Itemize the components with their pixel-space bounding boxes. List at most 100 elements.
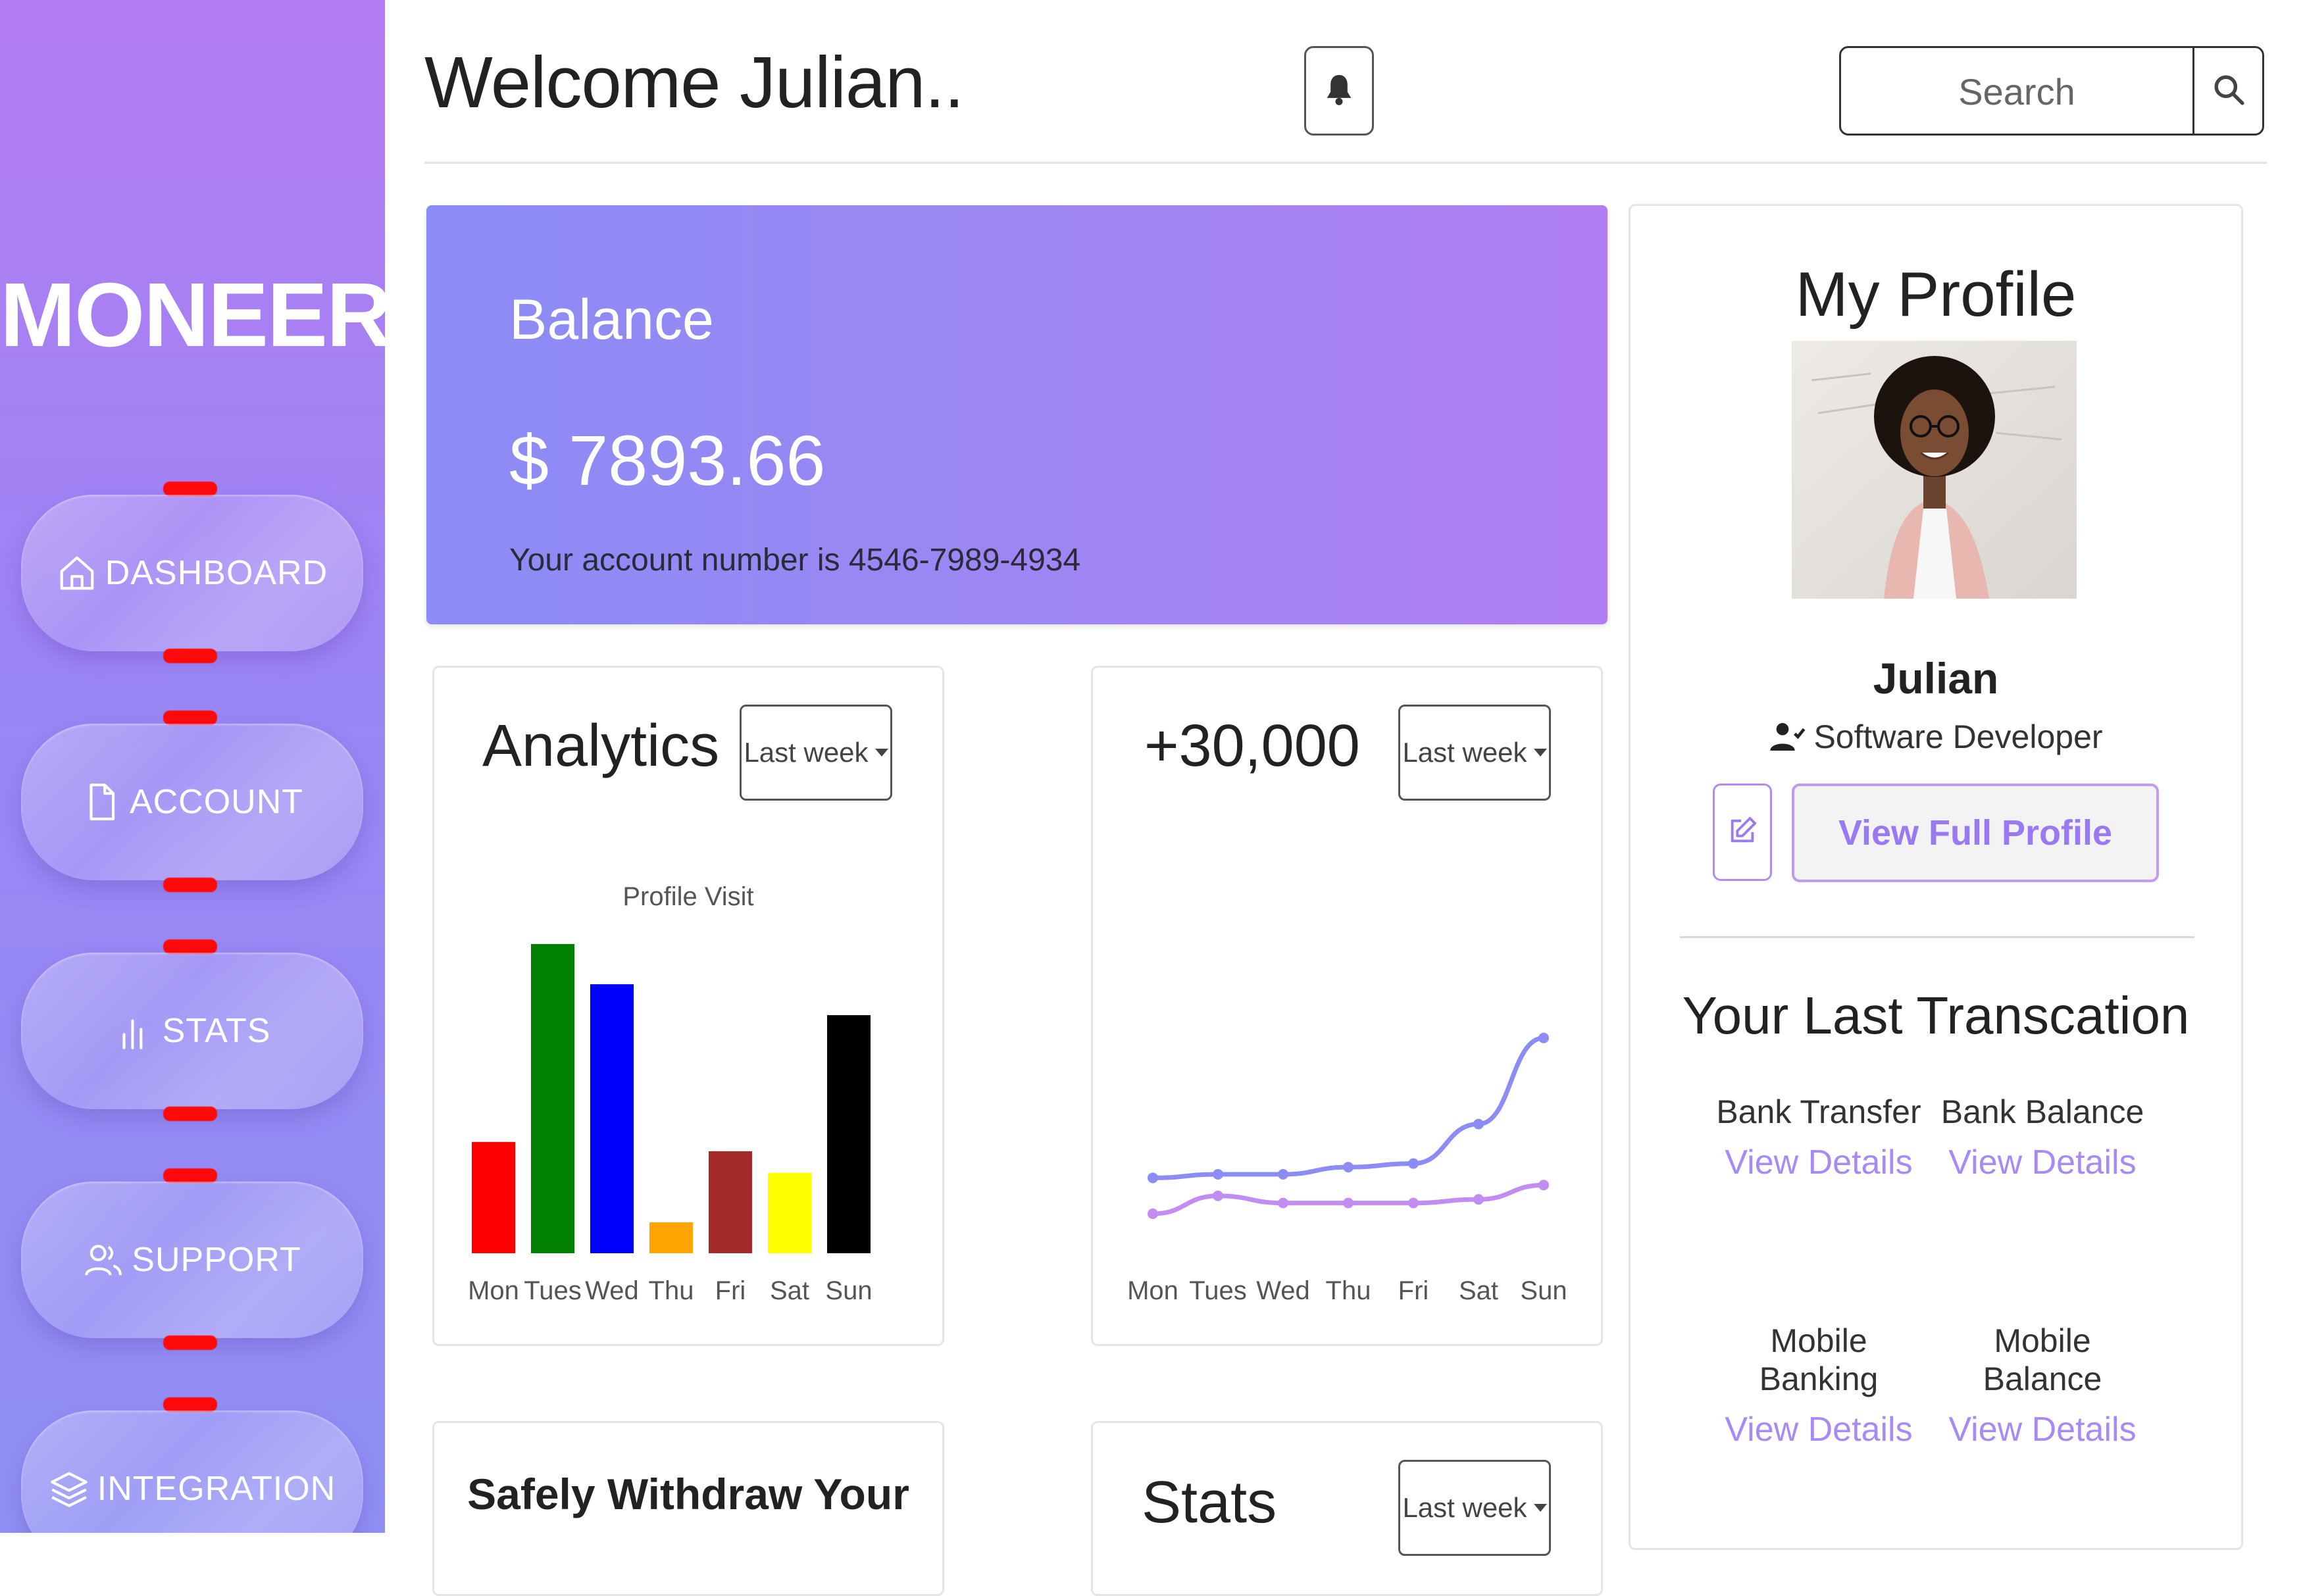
nav-indicator-bottom bbox=[163, 1107, 217, 1121]
series-2-point bbox=[1278, 1197, 1288, 1209]
x-tick-label: Sat bbox=[770, 1276, 809, 1305]
edit-profile-button[interactable] bbox=[1713, 784, 1772, 881]
bar-mon bbox=[472, 1141, 515, 1253]
trend-card: +30,000 Last week Mon Tues Wed Thu Fri Sat Sun bbox=[1091, 666, 1603, 1346]
transaction-item: Mobile Balance View Details bbox=[1931, 1322, 2154, 1449]
nav-indicator-top bbox=[163, 482, 217, 496]
series-line-1 bbox=[1150, 1035, 1546, 1180]
sidebar-item-label: DASHBOARD bbox=[105, 554, 328, 592]
withdraw-heading: Safely Withdraw Your bbox=[467, 1470, 909, 1518]
x-tick-label: Mon bbox=[1127, 1276, 1178, 1305]
series-2-point bbox=[1343, 1197, 1354, 1209]
series-2-point bbox=[1213, 1190, 1223, 1201]
user-check-icon bbox=[1769, 718, 1806, 755]
series-2-point bbox=[1408, 1197, 1419, 1209]
x-tick-label: Tues bbox=[524, 1276, 581, 1305]
x-tick-label: Sun bbox=[825, 1276, 872, 1305]
profile-title: My Profile bbox=[1795, 259, 2077, 330]
nav-indicator-top bbox=[163, 939, 217, 954]
series-1-point bbox=[1278, 1169, 1288, 1180]
series-1-point bbox=[1473, 1118, 1484, 1130]
account-number: Your account number is 4546-7989-4934 bbox=[509, 543, 1081, 578]
people-icon bbox=[83, 1239, 124, 1280]
x-tick-label: Fri bbox=[715, 1276, 746, 1305]
series-1-point bbox=[1538, 1032, 1549, 1043]
search-icon bbox=[2212, 73, 2245, 109]
balance-card: Balance $ 7893.66 Your account number is… bbox=[426, 205, 1607, 624]
x-tick-label: Wed bbox=[585, 1276, 639, 1305]
brand-logo: MONEER bbox=[0, 264, 385, 366]
nav-indicator-top bbox=[163, 711, 217, 725]
series-1-point bbox=[1148, 1172, 1158, 1184]
series-2-point bbox=[1473, 1194, 1484, 1205]
nav-indicator-bottom bbox=[163, 1335, 217, 1350]
trend-line-chart: Mon Tues Wed Thu Fri Sat Sun bbox=[1127, 1032, 1567, 1305]
x-tick-label: Sun bbox=[1520, 1276, 1567, 1305]
view-details-link[interactable]: View Details bbox=[1931, 1143, 2154, 1182]
notifications-button[interactable] bbox=[1304, 46, 1374, 136]
edit-icon bbox=[1727, 816, 1758, 849]
sidebar-item-account[interactable]: ACCOUNT bbox=[21, 724, 363, 880]
search-bar bbox=[1839, 46, 2264, 136]
bar-sun bbox=[827, 1015, 871, 1253]
series-1-point bbox=[1213, 1169, 1223, 1180]
search-button[interactable] bbox=[2192, 48, 2262, 134]
profile-divider bbox=[1680, 936, 2194, 938]
file-icon bbox=[81, 782, 122, 822]
transaction-item: Bank Transfer View Details bbox=[1707, 1093, 1931, 1182]
bar-thu bbox=[649, 1222, 693, 1253]
balance-title: Balance bbox=[509, 288, 714, 351]
profile-visit-chart: Mon Tues Wed Thu Fri Sat Sun bbox=[468, 944, 873, 1305]
x-tick-label: Tues bbox=[1189, 1276, 1246, 1305]
profile-card: My Profile Julian Software Developer Vie… bbox=[1629, 204, 2243, 1550]
transaction-label: Bank Balance bbox=[1940, 1093, 2144, 1130]
sidebar-item-label: INTEGRATION bbox=[97, 1470, 336, 1508]
home-icon bbox=[57, 553, 97, 593]
nav-indicator-top bbox=[163, 1168, 217, 1183]
view-details-link[interactable]: View Details bbox=[1707, 1410, 1931, 1449]
sidebar-item-stats[interactable]: STATS bbox=[21, 953, 363, 1109]
header-divider bbox=[424, 162, 2267, 164]
bar-sat bbox=[768, 1172, 811, 1253]
page-title: Welcome Julian.. bbox=[424, 42, 965, 123]
search-input[interactable] bbox=[1841, 48, 2192, 134]
sidebar-item-label: SUPPORT bbox=[132, 1241, 301, 1279]
sidebar-item-support[interactable]: SUPPORT bbox=[21, 1182, 363, 1338]
transaction-label: Mobile Balance bbox=[1983, 1322, 2102, 1397]
series-1-point bbox=[1343, 1162, 1354, 1173]
profile-role: Software Developer bbox=[1631, 718, 2241, 756]
x-tick-label: Mon bbox=[468, 1276, 519, 1305]
transactions-title: Your Last Transcation bbox=[1682, 986, 2190, 1045]
transaction-item: Mobile Banking View Details bbox=[1707, 1322, 1931, 1449]
bar-tues bbox=[531, 944, 574, 1253]
profile-name: Julian bbox=[1873, 654, 1999, 703]
sidebar-item-integration[interactable]: INTEGRATION bbox=[21, 1410, 363, 1533]
avatar bbox=[1792, 341, 2077, 599]
view-full-profile-button[interactable]: View Full Profile bbox=[1792, 784, 2159, 882]
nav-indicator-top bbox=[163, 1397, 217, 1412]
chevron-down-icon bbox=[1533, 1504, 1547, 1512]
nav-indicator-bottom bbox=[163, 649, 217, 663]
bell-icon bbox=[1325, 72, 1354, 110]
view-details-link[interactable]: View Details bbox=[1931, 1410, 2154, 1449]
series-2-point bbox=[1538, 1180, 1549, 1191]
sidebar: MONEER DASHBOARD ACCOUNT STATS SUPPORT I… bbox=[0, 0, 385, 1533]
stats-heading: Stats bbox=[1142, 1470, 1277, 1535]
bar-wed bbox=[590, 984, 634, 1253]
balance-amount: $ 7893.66 bbox=[509, 420, 826, 500]
view-details-link[interactable]: View Details bbox=[1707, 1143, 1931, 1182]
bar-chart-icon bbox=[114, 1010, 155, 1051]
transaction-item: Bank Balance View Details bbox=[1931, 1093, 2154, 1182]
nav-indicator-bottom bbox=[163, 878, 217, 892]
profile-role-text: Software Developer bbox=[1813, 718, 2103, 755]
analytics-card: Analytics Last week Profile Visit Mon Tue… bbox=[432, 666, 944, 1346]
x-tick-label: Sat bbox=[1459, 1276, 1498, 1305]
series-2-point bbox=[1148, 1209, 1158, 1219]
stats-range-dropdown[interactable]: Last week bbox=[1398, 1460, 1551, 1556]
x-tick-label: Thu bbox=[1326, 1276, 1371, 1305]
series-1-point bbox=[1408, 1158, 1419, 1169]
sidebar-item-label: STATS bbox=[162, 1012, 271, 1050]
sidebar-item-dashboard[interactable]: DASHBOARD bbox=[21, 495, 363, 651]
x-tick-label: Fri bbox=[1398, 1276, 1429, 1305]
withdraw-card: Safely Withdraw Your bbox=[432, 1421, 944, 1596]
